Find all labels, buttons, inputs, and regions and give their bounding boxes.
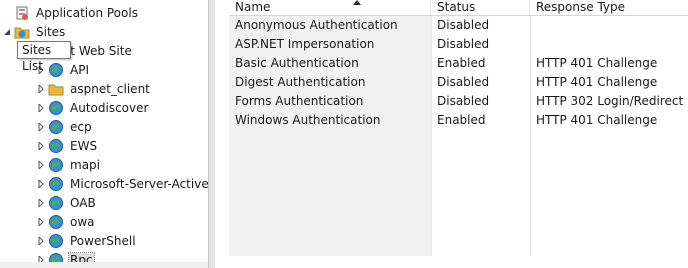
globe-icon — [48, 233, 64, 249]
cell-response-type — [530, 35, 536, 54]
sort-ascending-icon — [353, 0, 361, 5]
tree-item[interactable]: PowerShell — [36, 231, 137, 250]
tree-item-label: EWS — [70, 138, 98, 153]
cell-status: Disabled — [437, 94, 490, 108]
tree-item-label: aspnet_client — [70, 81, 150, 96]
tree-item-label: Microsoft-Server-ActiveSy — [70, 176, 208, 191]
cell-status: Disabled — [437, 18, 490, 32]
table-row[interactable]: Digest Authentication Disabled HTTP 401 Ch… — [229, 73, 688, 92]
tree-item[interactable]: API — [36, 60, 90, 79]
grid-header: Name Status Response Type — [229, 0, 688, 16]
globe-icon — [48, 157, 64, 173]
cell-name: Digest Authentication — [235, 75, 366, 89]
cell-name: Windows Authentication — [235, 113, 381, 127]
tree-item[interactable]: EWS — [36, 136, 98, 155]
collapsed-arrow-icon[interactable] — [36, 122, 46, 132]
tree-item-label: OAB — [70, 195, 96, 210]
globe-icon — [48, 119, 64, 135]
table-row[interactable]: Anonymous Authentication Disabled — [229, 16, 688, 35]
tree-item[interactable]: aspnet_client — [36, 79, 151, 98]
globe-icon — [48, 62, 64, 78]
collapsed-arrow-icon[interactable] — [36, 103, 46, 113]
tree-item[interactable]: mapi — [36, 155, 101, 174]
tree-item[interactable]: ecp — [36, 117, 93, 136]
cell-name: Forms Authentication — [235, 94, 364, 108]
expanded-arrow-icon[interactable] — [2, 27, 12, 37]
tree-item[interactable]: Sites — [2, 22, 66, 41]
cell-status: Disabled — [437, 75, 490, 89]
tree-horizontal-scrollbar[interactable] — [0, 262, 208, 268]
tree-item-label: Application Pools — [36, 5, 138, 20]
cell-name: Basic Authentication — [235, 56, 359, 70]
tree-item-label: Sites — [36, 24, 66, 39]
collapsed-arrow-icon[interactable] — [36, 179, 46, 189]
collapsed-arrow-icon[interactable] — [36, 84, 46, 94]
cell-response-type — [530, 16, 536, 35]
tree-item[interactable]: owa — [36, 212, 96, 231]
tree-item-label: PowerShell — [70, 233, 136, 248]
tree-item-label: mapi — [70, 157, 100, 172]
table-row[interactable]: Basic Authentication Enabled HTTP 401 Chal… — [229, 54, 688, 73]
globe-icon — [48, 138, 64, 154]
collapsed-arrow-icon[interactable] — [36, 217, 46, 227]
collapsed-arrow-icon[interactable] — [36, 160, 46, 170]
cell-status: Enabled — [437, 113, 486, 127]
tree-item-label: API — [70, 62, 89, 77]
globe-icon — [48, 195, 64, 211]
tree-item[interactable]: Application Pools — [2, 3, 139, 22]
tree-item-label: Autodiscover — [70, 100, 149, 115]
tree-item[interactable]: OAB — [36, 193, 97, 212]
table-row[interactable]: Forms Authentication Disabled HTTP 302 Log… — [229, 92, 688, 111]
tree-item-label: ecp — [70, 119, 92, 134]
cell-status: Enabled — [437, 56, 486, 70]
tree-item[interactable]: Microsoft-Server-ActiveSy — [36, 174, 208, 193]
authentication-grid: Name Status Response Type Anonymous Auth… — [215, 0, 688, 268]
collapsed-arrow-icon[interactable] — [36, 141, 46, 151]
column-header-response-type[interactable]: Response Type — [530, 0, 688, 15]
table-row[interactable]: Windows Authentication Enabled HTTP 401 Ch… — [229, 111, 688, 130]
cell-status: Disabled — [437, 37, 490, 51]
tree-item-label: owa — [70, 214, 95, 229]
cell-response-type: HTTP 401 Challenge — [536, 75, 658, 89]
cell-response-type: HTTP 401 Challenge — [536, 56, 658, 70]
column-header-status[interactable]: Status — [431, 0, 530, 15]
globe-icon — [48, 214, 64, 230]
sites-list-tooltip: Sites List — [17, 41, 71, 73]
sites-icon — [14, 24, 30, 40]
cell-name: Anonymous Authentication — [235, 18, 398, 32]
globe-icon — [48, 100, 64, 116]
cell-response-type: HTTP 302 Login/Redirect — [536, 94, 684, 108]
app-pools-icon — [14, 5, 30, 21]
cell-name: ASP.NET Impersonation — [235, 37, 375, 51]
folder-icon — [48, 81, 64, 97]
tree-item[interactable]: Autodiscover — [36, 98, 149, 117]
column-header-name[interactable]: Name — [229, 0, 431, 15]
table-row[interactable]: ASP.NET Impersonation Disabled — [229, 35, 688, 54]
collapsed-arrow-icon[interactable] — [36, 236, 46, 246]
cell-response-type: HTTP 401 Challenge — [536, 113, 658, 127]
collapsed-arrow-icon[interactable] — [36, 198, 46, 208]
globe-icon — [48, 176, 64, 192]
